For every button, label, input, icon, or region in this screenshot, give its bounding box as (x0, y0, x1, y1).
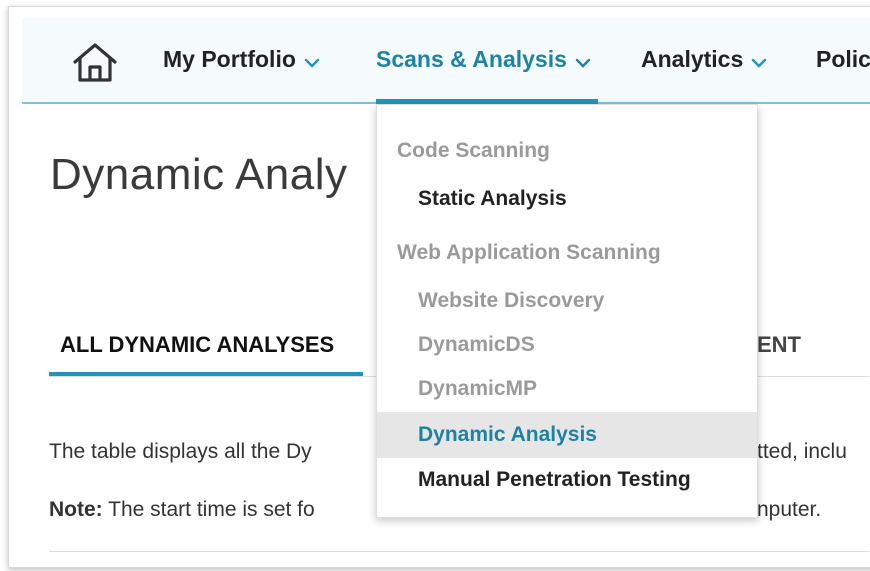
nav-scans-analysis[interactable]: Scans & Analysis (376, 46, 591, 74)
divider (49, 551, 869, 552)
chevron-down-icon (304, 47, 320, 74)
menu-heading-code-scanning: Code Scanning (397, 139, 550, 162)
nav-my-portfolio-label: My Portfolio (163, 46, 296, 72)
nav-policies[interactable]: Polic (816, 46, 870, 73)
menu-item-manual-penetration-testing[interactable]: Manual Penetration Testing (377, 459, 757, 501)
nav-policies-label: Polic (816, 46, 870, 72)
home-icon[interactable] (70, 40, 120, 86)
menu-item-static-analysis[interactable]: Static Analysis (377, 178, 757, 220)
chevron-down-icon (751, 47, 767, 74)
tab-second[interactable]: ENT (757, 332, 801, 358)
nav-analytics[interactable]: Analytics (641, 46, 767, 74)
menu-item-dynamicmp[interactable]: DynamicMP (377, 368, 757, 410)
menu-item-dynamic-analysis[interactable]: Dynamic Analysis (377, 412, 757, 458)
description-text-end: tted, inclu (757, 440, 847, 463)
nav-analytics-label: Analytics (641, 46, 744, 72)
scans-analysis-dropdown: Code Scanning Static Analysis Web Applic… (376, 104, 758, 518)
note-text-start: The start time is set fo (102, 498, 315, 521)
page-title: Dynamic Analy (50, 150, 348, 199)
nav-scans-analysis-label: Scans & Analysis (376, 46, 567, 72)
note-text: Note: The start time is set fo (49, 498, 315, 522)
note-label: Note: (49, 498, 103, 521)
menu-item-website-discovery[interactable]: Website Discovery (377, 280, 757, 322)
description-text-start: The table displays all the Dy (49, 440, 312, 463)
chevron-down-icon (575, 47, 591, 74)
nav-my-portfolio[interactable]: My Portfolio (163, 46, 320, 74)
tab-all-dynamic-analyses[interactable]: ALL DYNAMIC ANALYSES (60, 332, 334, 358)
menu-item-dynamicds[interactable]: DynamicDS (377, 324, 757, 366)
menu-heading-web-application-scanning: Web Application Scanning (397, 241, 661, 264)
note-text-end: nputer. (757, 498, 822, 521)
